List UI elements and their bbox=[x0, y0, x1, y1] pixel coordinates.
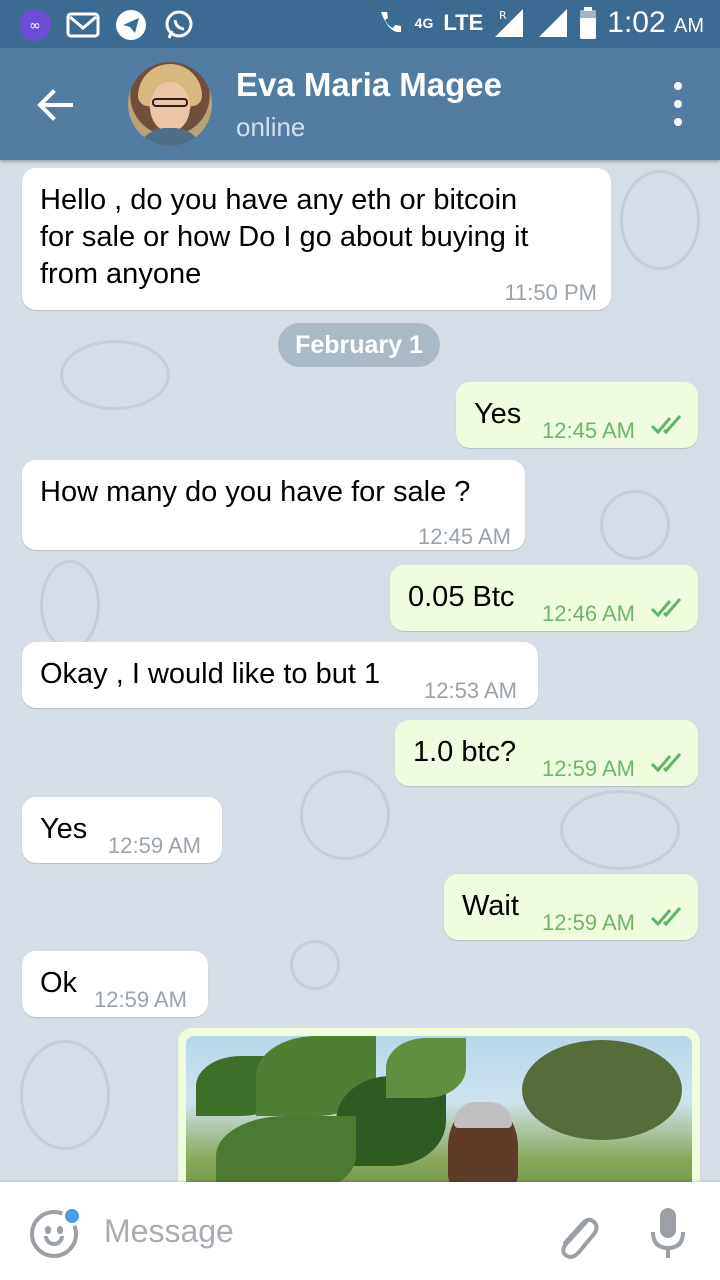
message-outgoing[interactable]: Wait 12:59 AM bbox=[444, 874, 698, 940]
message-time: 12:53 AM bbox=[424, 678, 517, 703]
message-text: Okay , I would like to but 1 bbox=[40, 658, 381, 690]
svg-text:R: R bbox=[499, 9, 507, 22]
clock-time: 1:02 bbox=[607, 6, 666, 39]
clock-ampm: AM bbox=[674, 15, 704, 37]
signal-icon bbox=[539, 9, 568, 37]
photo-person bbox=[448, 1102, 518, 1182]
microphone-icon[interactable] bbox=[648, 1206, 688, 1262]
message-outgoing[interactable]: 1.0 btc? 12:59 AM bbox=[395, 720, 698, 786]
background-doodle bbox=[560, 790, 680, 870]
system-status: 4G LTE R 1:02 AM bbox=[375, 6, 704, 40]
paperclip-icon[interactable] bbox=[552, 1208, 600, 1260]
signal-roaming-icon: R bbox=[495, 9, 524, 37]
double-check-icon bbox=[650, 415, 682, 435]
back-button[interactable] bbox=[30, 80, 80, 130]
clock: 1:02 AM bbox=[607, 6, 704, 40]
background-doodle bbox=[60, 340, 170, 410]
message-text: How many do you have for sale ? bbox=[40, 476, 471, 508]
message-time: 12:59 AM bbox=[108, 833, 201, 858]
photo-image[interactable] bbox=[186, 1036, 692, 1182]
message-incoming[interactable]: Hello , do you have any eth or bitcoin f… bbox=[22, 168, 611, 310]
background-doodle bbox=[20, 1040, 110, 1150]
background-doodle bbox=[40, 560, 100, 650]
lte-label: LTE bbox=[443, 10, 484, 35]
photo-leaf bbox=[216, 1116, 356, 1182]
chat-area[interactable]: Hello , do you have any eth or bitcoin f… bbox=[0, 160, 720, 1182]
network-type: 4G bbox=[415, 16, 434, 30]
message-time: 12:59 AM bbox=[94, 987, 187, 1012]
message-text: 1.0 btc? bbox=[413, 736, 517, 768]
arrow-left-icon bbox=[37, 89, 73, 121]
message-incoming[interactable]: Ok 12:59 AM bbox=[22, 951, 208, 1017]
date-separator: February 1 bbox=[278, 323, 440, 367]
message-text: Yes bbox=[40, 813, 88, 845]
message-input[interactable] bbox=[104, 1208, 524, 1254]
chat-header: Eva Maria Magee online bbox=[0, 48, 720, 160]
avatar[interactable] bbox=[128, 62, 212, 146]
call-volte-icon bbox=[380, 12, 401, 33]
message-time: 12:46 AM bbox=[542, 601, 635, 626]
double-check-icon bbox=[650, 907, 682, 927]
app-notification-icon: ∞ bbox=[18, 8, 52, 42]
message-input-bar bbox=[0, 1182, 720, 1280]
photo-tree bbox=[522, 1040, 682, 1140]
emoji-notification-dot bbox=[62, 1206, 82, 1226]
notification-icons: ∞ bbox=[18, 8, 196, 42]
message-text: Ok bbox=[40, 967, 78, 999]
message-outgoing[interactable]: 0.05 Btc 12:46 AM bbox=[390, 565, 698, 631]
contact-status: online bbox=[236, 112, 306, 142]
network-4g-label: 4G bbox=[414, 15, 434, 31]
gmail-icon bbox=[66, 8, 100, 42]
message-incoming[interactable]: How many do you have for sale ? 12:45 AM bbox=[22, 460, 525, 550]
photo-message[interactable] bbox=[178, 1028, 700, 1182]
svg-text:∞: ∞ bbox=[29, 18, 41, 34]
message-time: 11:50 PM bbox=[504, 280, 597, 305]
message-incoming[interactable]: Okay , I would like to but 1 12:53 AM bbox=[22, 642, 538, 708]
message-incoming[interactable]: Yes 12:59 AM bbox=[22, 797, 222, 863]
message-text: Yes bbox=[474, 398, 522, 430]
double-check-icon bbox=[650, 598, 682, 618]
message-outgoing[interactable]: Yes 12:45 AM bbox=[456, 382, 698, 448]
background-doodle bbox=[290, 940, 340, 990]
status-bar: ∞ 4G LTE R 1:02 AM bbox=[0, 0, 720, 48]
telegram-icon bbox=[114, 8, 148, 42]
background-doodle bbox=[600, 490, 670, 560]
message-time: 12:45 AM bbox=[418, 524, 511, 549]
background-doodle bbox=[300, 770, 390, 860]
whatsapp-icon bbox=[162, 8, 196, 42]
background-doodle bbox=[620, 170, 700, 270]
photo-leaf bbox=[386, 1038, 466, 1098]
message-text: Wait bbox=[462, 890, 519, 922]
message-text: 0.05 Btc bbox=[408, 581, 515, 613]
message-text: Hello , do you have any eth or bitcoin f… bbox=[40, 184, 529, 290]
more-vertical-icon[interactable] bbox=[666, 82, 690, 126]
message-time: 12:59 AM bbox=[542, 910, 635, 935]
message-time: 12:45 AM bbox=[542, 418, 635, 443]
battery-icon bbox=[580, 7, 597, 39]
double-check-icon bbox=[650, 753, 682, 773]
message-time: 12:59 AM bbox=[542, 756, 635, 781]
contact-name[interactable]: Eva Maria Magee bbox=[236, 66, 502, 104]
